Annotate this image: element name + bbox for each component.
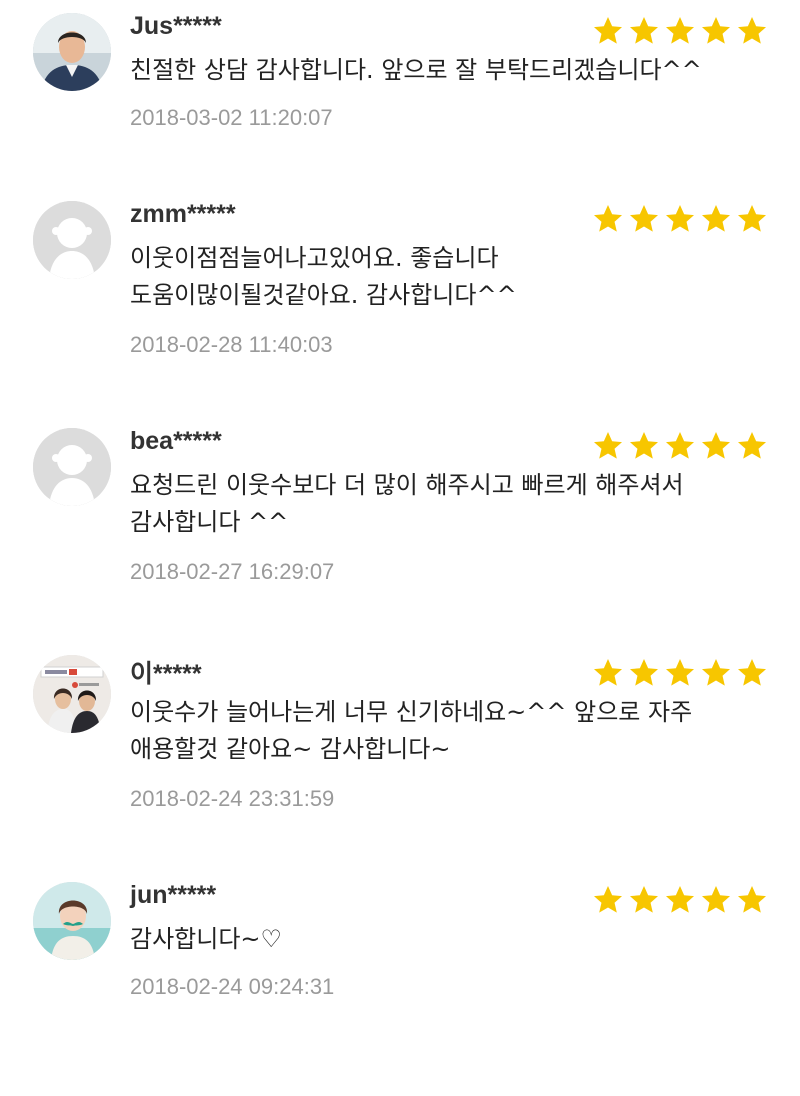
review-text-line: 애용할것 같아요~ 감사합니다~ — [130, 735, 451, 763]
star-icon — [736, 203, 768, 235]
review-text: 친절한 상담 감사합니다. 앞으로 잘 부탁드리겠습니다^^ — [130, 52, 770, 89]
star-rating — [592, 884, 768, 916]
star-icon — [664, 203, 696, 235]
star-icon — [592, 430, 624, 462]
default-avatar-icon — [33, 428, 111, 506]
avatar[interactable] — [33, 201, 111, 279]
star-icon — [700, 657, 732, 689]
star-rating — [592, 657, 768, 689]
star-icon — [700, 430, 732, 462]
avatar[interactable] — [33, 428, 111, 506]
review-username: zmm***** — [130, 200, 236, 228]
review-username: 이***** — [130, 660, 202, 688]
review-text-line: 도움이많이될것같아요. 감사합니다^^ — [130, 281, 517, 309]
star-icon — [628, 15, 660, 47]
star-icon — [700, 15, 732, 47]
star-icon — [700, 203, 732, 235]
star-icon — [664, 15, 696, 47]
star-icon — [664, 657, 696, 689]
review-item: 이***** 이웃수가 늘어나는게 너무 신기하네요~^^ 앞으로 자주 애용할… — [0, 642, 800, 869]
review-item: bea***** 요청드린 이웃수보다 더 많이 해주시고 빠르게 해주셔서 감… — [0, 415, 800, 642]
star-icon — [700, 884, 732, 916]
review-username: Jus***** — [130, 12, 222, 40]
review-username: jun***** — [130, 881, 217, 909]
user-photo-avatar-icon — [33, 882, 111, 960]
star-icon — [736, 15, 768, 47]
star-icon — [628, 884, 660, 916]
review-item: jun***** 감사합니다~♡ 2018-02-24 09:24:31 — [0, 869, 800, 1096]
review-text: 감사합니다~♡ — [130, 921, 770, 958]
default-avatar-icon — [33, 201, 111, 279]
review-text: 이웃수가 늘어나는게 너무 신기하네요~^^ 앞으로 자주 애용할것 같아요~ … — [130, 694, 770, 768]
avatar[interactable] — [33, 13, 111, 91]
review-item: zmm***** 이웃이점점늘어나고있어요. 좋습니다 도움이많이될것같아요. … — [0, 188, 800, 415]
review-username: bea***** — [130, 427, 222, 455]
star-icon — [736, 884, 768, 916]
star-icon — [628, 657, 660, 689]
star-rating — [592, 430, 768, 462]
star-icon — [736, 430, 768, 462]
user-photo-avatar-icon — [33, 655, 111, 733]
review-date: 2018-02-24 09:24:31 — [130, 974, 335, 999]
star-icon — [664, 430, 696, 462]
review-date: 2018-02-28 11:40:03 — [130, 332, 333, 357]
star-rating — [592, 203, 768, 235]
avatar[interactable] — [33, 655, 111, 733]
star-icon — [592, 884, 624, 916]
star-icon — [592, 657, 624, 689]
review-text: 이웃이점점늘어나고있어요. 좋습니다 도움이많이될것같아요. 감사합니다^^ — [130, 240, 770, 314]
star-icon — [736, 657, 768, 689]
star-icon — [628, 203, 660, 235]
star-rating — [592, 15, 768, 47]
avatar[interactable] — [33, 882, 111, 960]
star-icon — [592, 15, 624, 47]
star-icon — [664, 884, 696, 916]
review-date: 2018-03-02 11:20:07 — [130, 105, 333, 130]
review-text-line: 감사합니다 ^^ — [130, 508, 289, 536]
review-text-line: 감사합니다~♡ — [130, 925, 283, 953]
star-icon — [628, 430, 660, 462]
review-text-line: 친절한 상담 감사합니다. 앞으로 잘 부탁드리겠습니다^^ — [130, 56, 702, 84]
review-text-line: 이웃수가 늘어나는게 너무 신기하네요~^^ 앞으로 자주 — [130, 698, 693, 726]
review-text-line: 요청드린 이웃수보다 더 많이 해주시고 빠르게 해주셔서 — [130, 471, 684, 499]
review-date: 2018-02-27 16:29:07 — [130, 559, 335, 584]
star-icon — [592, 203, 624, 235]
review-text-line: 이웃이점점늘어나고있어요. 좋습니다 — [130, 244, 499, 272]
user-photo-avatar-icon — [33, 13, 111, 91]
review-date: 2018-02-24 23:31:59 — [130, 786, 335, 811]
review-text: 요청드린 이웃수보다 더 많이 해주시고 빠르게 해주셔서 감사합니다 ^^ — [130, 467, 770, 541]
